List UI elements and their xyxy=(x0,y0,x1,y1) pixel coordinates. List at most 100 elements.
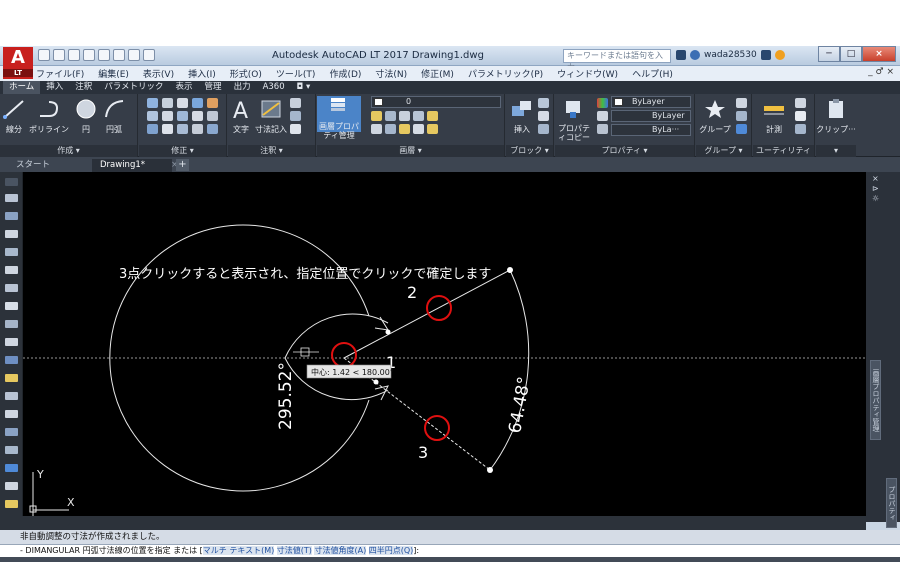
new-tab-button[interactable]: + xyxy=(176,159,189,171)
grip-lower-inner[interactable] xyxy=(373,379,379,385)
tab-output[interactable]: 出力 xyxy=(228,81,257,94)
save-icon[interactable] xyxy=(68,49,80,61)
tab-manage[interactable]: 管理 xyxy=(199,81,228,94)
tab-insert[interactable]: 挿入 xyxy=(40,81,69,94)
palette-close-icon[interactable]: × xyxy=(872,174,879,183)
layer-freeze-icon[interactable] xyxy=(413,111,424,121)
layer-match-icon[interactable] xyxy=(399,111,410,121)
tab-annotate[interactable]: 注釈 xyxy=(69,81,98,94)
maximize-button[interactable]: □ xyxy=(840,46,862,62)
palette-point-icon[interactable] xyxy=(5,410,18,418)
circle-tool[interactable]: 円 xyxy=(74,98,98,135)
break-icon[interactable] xyxy=(192,124,203,134)
palette-line-icon[interactable] xyxy=(5,194,18,202)
quick-select-icon[interactable] xyxy=(795,98,806,108)
trim-icon[interactable] xyxy=(177,98,188,108)
polyline-tool[interactable]: ポリライン xyxy=(29,98,69,135)
palette-rectangle-icon[interactable] xyxy=(5,266,18,274)
menu-view[interactable]: 表示(V) xyxy=(143,67,174,80)
group-clipboard-title[interactable]: ▾ xyxy=(816,145,856,157)
grip-upper-inner[interactable] xyxy=(385,329,391,335)
menu-edit[interactable]: 編集(E) xyxy=(98,67,129,80)
palette-pin-icon[interactable]: ⊳ xyxy=(872,184,879,193)
measure-tool[interactable]: 計測 xyxy=(759,98,789,135)
palette-spline-icon[interactable] xyxy=(5,338,18,346)
group-edit-icon[interactable] xyxy=(736,111,747,121)
palette-revcloud-icon[interactable] xyxy=(5,320,18,328)
palette-region-icon[interactable] xyxy=(5,464,18,472)
menu-parametric[interactable]: パラメトリック(P) xyxy=(468,67,543,80)
menu-modify[interactable]: 修正(M) xyxy=(421,67,454,80)
text-tool[interactable]: A 文字 xyxy=(230,98,252,135)
layer-palette-bar[interactable]: 画層プロパティ管理 xyxy=(870,360,881,440)
leader-add-icon[interactable] xyxy=(290,111,301,121)
tab-a360[interactable]: A360 xyxy=(257,81,291,94)
save-as-icon[interactable] xyxy=(83,49,95,61)
block-attr-icon[interactable] xyxy=(538,124,549,134)
layer-properties-tool[interactable]: 画層プロパティ管理 xyxy=(317,96,361,140)
arc-tool[interactable]: 円弧 xyxy=(102,98,126,135)
ungroup-icon[interactable] xyxy=(736,98,747,108)
block-create-icon[interactable] xyxy=(538,98,549,108)
exchange-apps-icon[interactable] xyxy=(760,50,771,60)
palette-polyline-icon[interactable] xyxy=(5,230,18,238)
close-button[interactable]: × xyxy=(862,46,896,62)
group-layers-title[interactable]: 画層 ▾ xyxy=(317,145,504,157)
application-menu-button[interactable]: A LT xyxy=(3,47,33,79)
stretch-icon[interactable] xyxy=(147,124,158,134)
tab-more[interactable]: ◘ ▾ xyxy=(291,81,317,94)
menu-tools[interactable]: ツール(T) xyxy=(276,67,316,80)
mirror-icon[interactable] xyxy=(162,111,173,121)
layer-lock-icon[interactable] xyxy=(399,124,410,134)
user-icon[interactable] xyxy=(690,50,700,60)
copy-icon[interactable] xyxy=(147,111,158,121)
properties-palette-bar[interactable]: プロパティ xyxy=(886,478,897,528)
palette-ellipse-icon[interactable] xyxy=(5,356,18,364)
point-style-icon[interactable] xyxy=(795,111,806,121)
tab-start[interactable]: スタート xyxy=(8,159,58,172)
tab-home[interactable]: ホーム xyxy=(3,81,41,94)
new-file-icon[interactable] xyxy=(38,49,50,61)
redo-icon[interactable] xyxy=(128,49,140,61)
table-icon[interactable] xyxy=(290,124,301,134)
menu-draw[interactable]: 作成(D) xyxy=(329,67,361,80)
palette-table-icon[interactable] xyxy=(5,482,18,490)
open-file-icon[interactable] xyxy=(53,49,65,61)
layer-copy-icon[interactable] xyxy=(385,124,396,134)
array-icon[interactable] xyxy=(177,124,188,134)
menu-dimension[interactable]: 寸法(N) xyxy=(375,67,407,80)
tab-view[interactable]: 表示 xyxy=(170,81,199,94)
group-modify-title[interactable]: 修正 ▾ xyxy=(139,145,226,157)
command-option-mtext[interactable]: マルチ テキスト(M) xyxy=(202,546,275,555)
menu-file[interactable]: ファイル(F) xyxy=(36,67,84,80)
layer-unlock-icon[interactable] xyxy=(413,124,424,134)
grip-bottom-end[interactable] xyxy=(487,467,493,473)
menu-window[interactable]: ウィンドウ(W) xyxy=(557,67,618,80)
menu-format[interactable]: 形式(O) xyxy=(230,67,262,80)
group-properties-title[interactable]: プロパティ ▾ xyxy=(555,145,694,157)
palette-handle-icon[interactable] xyxy=(5,178,18,186)
command-option-quadrant[interactable]: 四半円点(Q) xyxy=(368,546,414,555)
minimize-button[interactable]: ─ xyxy=(818,46,840,62)
erase-icon[interactable] xyxy=(207,98,218,108)
undo-icon[interactable] xyxy=(113,49,125,61)
linetype-dropdown[interactable]: ByLayer xyxy=(611,110,691,122)
palette-gradient-icon[interactable] xyxy=(5,446,18,454)
insert-block-tool[interactable]: 挿入 xyxy=(510,98,534,135)
palette-block-icon[interactable] xyxy=(5,392,18,400)
extend-icon[interactable] xyxy=(192,98,203,108)
palette-arc-icon[interactable] xyxy=(5,284,18,292)
fillet-icon[interactable] xyxy=(177,111,188,121)
layer-walk-icon[interactable] xyxy=(427,124,438,134)
join-icon[interactable] xyxy=(207,124,218,134)
leader-icon[interactable] xyxy=(290,98,301,108)
menu-help[interactable]: ヘルプ(H) xyxy=(632,67,673,80)
drawing-canvas[interactable]: 3点クリックすると表示され、指定位置でクリックで確定します 1 2 3 295.… xyxy=(23,172,866,516)
palette-insert-icon[interactable] xyxy=(5,374,18,382)
binoculars-icon[interactable] xyxy=(676,50,686,60)
command-option-text[interactable]: 寸法値(T) xyxy=(276,546,312,555)
rotate-icon[interactable] xyxy=(162,98,173,108)
help-icon[interactable] xyxy=(774,50,785,60)
menu-insert[interactable]: 挿入(I) xyxy=(188,67,216,80)
color-wheel-icon[interactable] xyxy=(597,98,608,108)
